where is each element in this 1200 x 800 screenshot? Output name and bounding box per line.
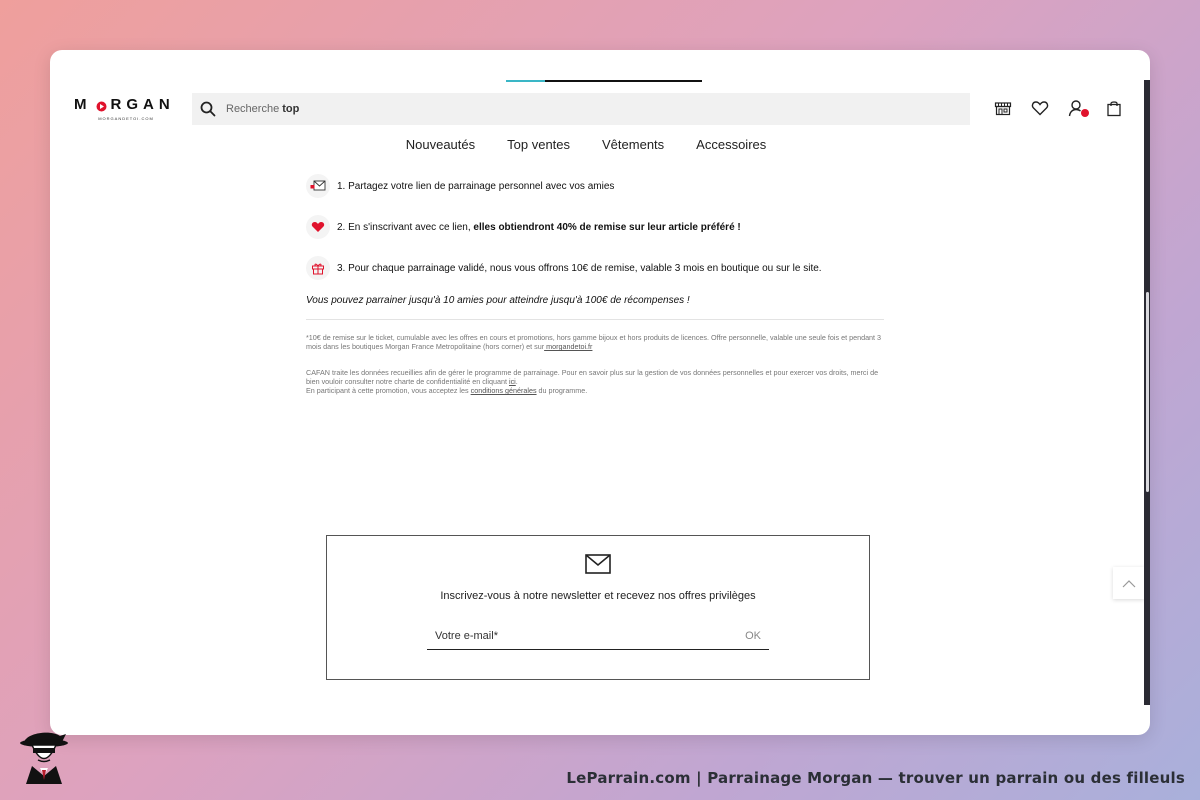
search-icon [200, 101, 216, 117]
step-2: 2. En s'inscrivant avec ce lien, elles o… [306, 215, 886, 239]
browser-page: M RGAN MORGANDETOI.COM Recherche top Nou… [50, 50, 1150, 735]
step-3-text: 3. Pour chaque parrainage validé, nous v… [337, 262, 822, 274]
header-actions [994, 99, 1123, 117]
privacy-link[interactable]: ici [509, 377, 516, 386]
fine-print-offer: *10€ de remise sur le ticket, cumulable … [306, 333, 882, 351]
scrollbar-thumb[interactable] [1146, 292, 1149, 492]
logo-letter-m: M [74, 96, 92, 113]
account-notification-dot [1081, 109, 1089, 117]
bag-icon[interactable] [1105, 99, 1123, 117]
logo-play-icon [96, 99, 107, 112]
email-field[interactable]: Votre e-mail* [435, 630, 498, 642]
chevron-up-icon [1122, 579, 1135, 587]
heart-icon[interactable] [1031, 99, 1049, 117]
morgandetoi-link[interactable]: morgandetoi.fr [544, 342, 592, 351]
search-placeholder[interactable]: Recherche top [226, 103, 299, 115]
gift-icon [306, 256, 330, 280]
brand-tagline: MORGANDETOI.COM [98, 116, 154, 121]
step-1-text: 1. Partagez votre lien de parrainage per… [337, 180, 615, 192]
search-bar[interactable]: Recherche top [192, 93, 970, 125]
scrollbar[interactable] [1144, 80, 1150, 705]
terms-link[interactable]: conditions générales [471, 386, 537, 395]
mascot-logo-icon [20, 732, 68, 784]
step-2-text: 2. En s'inscrivant avec ce lien, elles o… [337, 221, 741, 233]
main-navigation: Nouveautés Top ventes Vêtements Accessoi… [50, 137, 1150, 152]
newsletter-form: Votre e-mail* OK [427, 622, 769, 650]
newsletter-box: Inscrivez-vous à notre newsletter et rec… [326, 535, 870, 680]
divider [306, 319, 884, 320]
step-3: 3. Pour chaque parrainage validé, nous v… [306, 256, 886, 280]
store-icon[interactable] [994, 99, 1012, 117]
brand-logo[interactable]: M RGAN MORGANDETOI.COM [74, 96, 178, 121]
brand-wordmark: M RGAN [74, 96, 178, 113]
nav-item-vetements[interactable]: Vêtements [602, 137, 664, 152]
fine-print-privacy: CAFAN traite les données recueillies afi… [306, 368, 879, 395]
referral-steps: 1. Partagez votre lien de parrainage per… [306, 174, 886, 395]
newsletter-title: Inscrivez-vous à notre newsletter et rec… [440, 590, 756, 602]
step-1: 1. Partagez votre lien de parrainage per… [306, 174, 886, 198]
loading-progress-bar [506, 80, 702, 82]
footer-caption: LeParrain.com | Parrainage Morgan — trou… [566, 769, 1185, 787]
envelope-icon [585, 554, 611, 574]
referral-limit-text: Vous pouvez parrainer jusqu'à 10 amies p… [306, 295, 690, 306]
nav-item-nouveautes[interactable]: Nouveautés [406, 137, 475, 152]
back-to-top-button[interactable] [1113, 567, 1144, 599]
envelope-send-icon [306, 174, 330, 198]
newsletter-submit-button[interactable]: OK [745, 630, 761, 642]
loading-progress-fill [506, 80, 546, 82]
account-icon[interactable] [1068, 99, 1089, 117]
red-heart-icon [306, 215, 330, 239]
nav-item-top-ventes[interactable]: Top ventes [507, 137, 570, 152]
logo-letters-rgan: RGAN [110, 96, 175, 113]
nav-item-accessoires[interactable]: Accessoires [696, 137, 766, 152]
